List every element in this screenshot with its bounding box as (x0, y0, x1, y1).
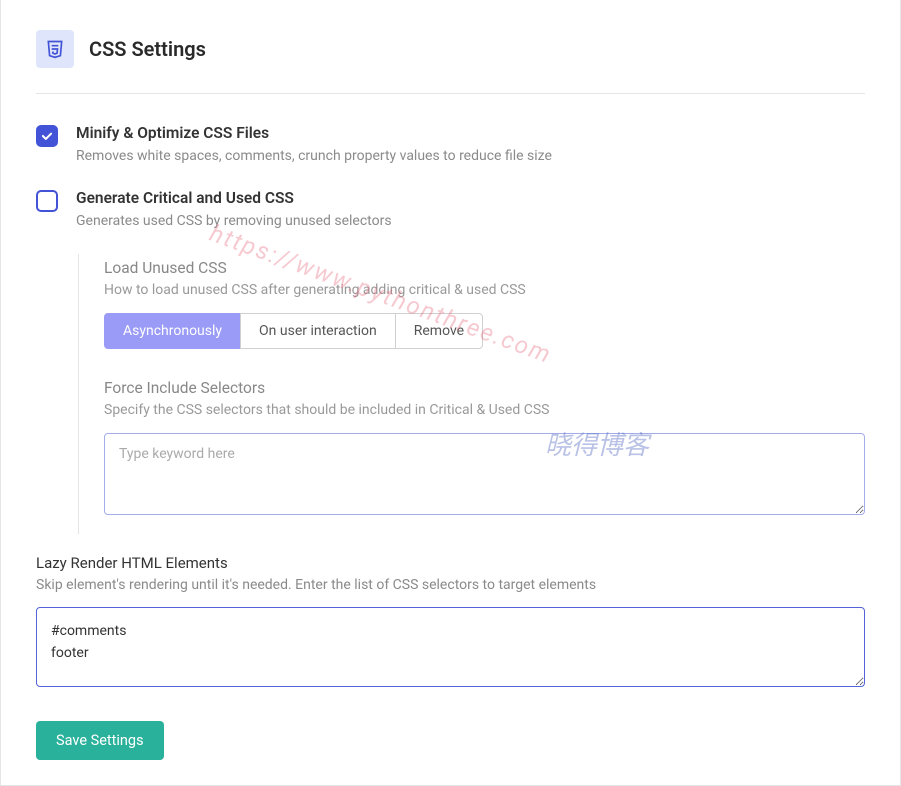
minify-desc: Removes white spaces, comments, crunch p… (76, 148, 865, 164)
section-header: CSS Settings (36, 30, 865, 94)
force-include-desc: Specify the CSS selectors that should be… (104, 402, 865, 418)
btn-remove[interactable]: Remove (395, 313, 483, 349)
btn-asynchronously[interactable]: Asynchronously (104, 313, 241, 349)
option-minify: Minify & Optimize CSS Files Removes whit… (36, 124, 865, 164)
css-settings-panel: CSS Settings Minify & Optimize CSS Files… (0, 0, 901, 786)
option-critical: Generate Critical and Used CSS Generates… (36, 189, 865, 229)
minify-checkbox[interactable] (36, 125, 58, 147)
critical-title: Generate Critical and Used CSS (76, 189, 865, 207)
btn-on-user-interaction[interactable]: On user interaction (240, 313, 396, 349)
load-unused-button-group: Asynchronously On user interaction Remov… (104, 313, 865, 349)
save-settings-button[interactable]: Save Settings (36, 721, 164, 760)
lazy-title: Lazy Render HTML Elements (36, 554, 865, 572)
css-icon (36, 30, 74, 68)
critical-desc: Generates used CSS by removing unused se… (76, 213, 865, 229)
nested-css-options: Load Unused CSS How to load unused CSS a… (78, 254, 865, 534)
minify-title: Minify & Optimize CSS Files (76, 124, 865, 142)
page-title: CSS Settings (89, 37, 206, 61)
force-include-textarea[interactable] (104, 433, 865, 515)
critical-checkbox[interactable] (36, 190, 58, 212)
lazy-render-section: Lazy Render HTML Elements Skip element's… (36, 554, 865, 691)
force-include-title: Force Include Selectors (104, 379, 865, 397)
load-unused-desc: How to load unused CSS after generating … (104, 282, 865, 298)
load-unused-title: Load Unused CSS (104, 259, 865, 277)
lazy-desc: Skip element's rendering until it's need… (36, 577, 865, 593)
lazy-textarea[interactable] (36, 607, 865, 687)
